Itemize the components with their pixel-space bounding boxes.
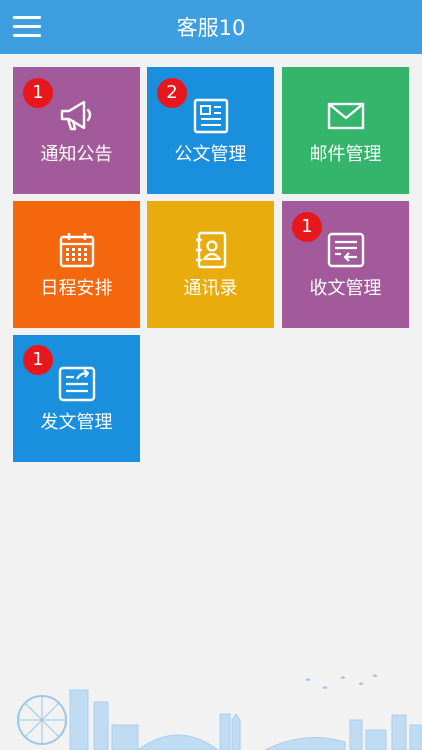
tile-label: 通讯录	[183, 278, 238, 299]
app-header: 客服10	[0, 0, 422, 54]
tile-label: 公文管理	[174, 144, 247, 165]
inbox-doc-icon	[327, 232, 365, 268]
tile-label: 收文管理	[309, 278, 382, 299]
contacts-icon	[196, 231, 227, 269]
send-doc-icon	[58, 366, 96, 402]
tile-mail[interactable]: 邮件管理	[282, 67, 409, 194]
notification-badge: 2	[157, 78, 187, 108]
notification-badge: 1	[23, 345, 53, 375]
tile-contacts[interactable]: 通讯录	[147, 201, 274, 328]
notification-badge: 1	[23, 78, 53, 108]
tile-schedule[interactable]: 日程安排	[13, 201, 140, 328]
tile-label: 邮件管理	[309, 144, 382, 165]
tile-label: 发文管理	[40, 412, 113, 433]
calendar-icon	[59, 233, 95, 268]
notification-badge: 1	[292, 212, 322, 242]
page-title: 客服10	[176, 16, 246, 40]
tile-label: 通知公告	[40, 144, 113, 165]
city-skyline-illustration	[17, 674, 422, 750]
newspaper-icon	[193, 98, 229, 134]
tile-label: 日程安排	[40, 278, 113, 299]
megaphone-icon	[60, 100, 92, 131]
mail-icon	[327, 102, 365, 130]
